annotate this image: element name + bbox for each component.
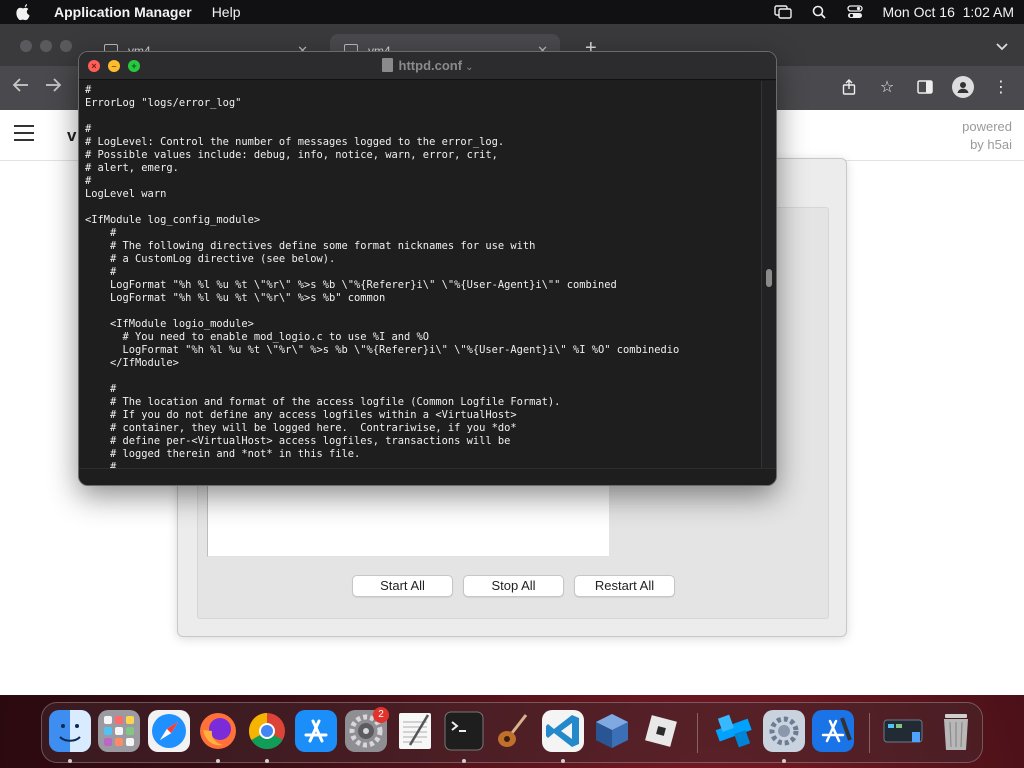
xcode-icon[interactable] <box>812 710 854 752</box>
code-line: # <box>85 266 117 278</box>
dock-separator <box>697 713 698 753</box>
roblox-studio-icon[interactable] <box>713 710 755 752</box>
guitar-icon[interactable] <box>493 710 535 752</box>
textedit-icon[interactable] <box>394 710 436 752</box>
screen-mirroring-icon[interactable] <box>774 5 793 19</box>
powered-by-h5ai[interactable]: powered by h5ai <box>962 118 1012 154</box>
document-icon <box>381 58 393 72</box>
restart-all-button[interactable]: Restart All <box>574 575 675 597</box>
code-line: # The following directives define some f… <box>85 240 536 252</box>
more-menu-icon[interactable]: ⋮ <box>990 76 1012 98</box>
side-panel-icon[interactable] <box>914 76 936 98</box>
code-line: LogFormat "%h %l %u %t \"%r\" %>s %b \"%… <box>85 279 617 291</box>
code-line: # You need to enable mod_logio.c to use … <box>85 331 430 343</box>
code-line: ErrorLog "logs/error_log" <box>85 97 242 109</box>
gear-app-icon[interactable] <box>763 710 805 752</box>
menu-clock[interactable]: Mon Oct 16 1:02 AM <box>882 4 1014 20</box>
code-line: </IfModule> <box>85 357 179 369</box>
editor-title-bar[interactable]: × – + httpd.conf ⌄ <box>79 52 776 80</box>
code-line: # <box>85 123 92 135</box>
dock-separator <box>869 713 870 753</box>
running-indicator <box>216 759 220 763</box>
code-line: # <box>85 84 92 96</box>
firefox-icon[interactable] <box>197 710 239 752</box>
downloads-stack-icon[interactable] <box>882 710 924 752</box>
vertical-scrollbar[interactable] <box>761 81 776 470</box>
terminal-icon[interactable] <box>443 710 485 752</box>
code-text-area[interactable]: # ErrorLog "logs/error_log" # # LogLevel: C… <box>79 81 763 470</box>
code-line: LogLevel warn <box>85 188 167 200</box>
chrome-icon[interactable] <box>246 710 288 752</box>
document-title[interactable]: httpd.conf ⌄ <box>79 58 776 73</box>
menu-help[interactable]: Help <box>212 4 241 20</box>
code-line: # <box>85 383 117 395</box>
profile-avatar-icon[interactable] <box>952 76 974 98</box>
vscode-icon[interactable] <box>542 710 584 752</box>
code-line: # container, they will be logged here. C… <box>85 422 517 434</box>
text-editor-window: × – + httpd.conf ⌄ # ErrorLog "logs/error_… <box>78 51 777 486</box>
app-store-icon[interactable] <box>295 710 337 752</box>
powered-by-line: by h5ai <box>970 137 1012 152</box>
launchpad-icon[interactable] <box>98 710 140 752</box>
trash-icon[interactable] <box>935 710 977 752</box>
powered-line: powered <box>962 119 1012 134</box>
menu-bar: Application Manager Help Mon Oct 16 1:02… <box>0 0 1024 24</box>
forward-arrow-icon[interactable] <box>44 77 62 97</box>
dock: 2 <box>41 702 983 763</box>
code-line: # alert, emerg. <box>85 162 179 174</box>
notification-badge: 2 <box>373 707 389 723</box>
horizontal-scrollbar[interactable] <box>79 468 776 485</box>
chevron-down-icon: ⌄ <box>465 62 474 73</box>
stop-all-button[interactable]: Stop All <box>463 575 564 597</box>
running-indicator <box>265 759 269 763</box>
running-indicator <box>462 759 466 763</box>
tab-search-chevron-icon[interactable] <box>996 40 1008 54</box>
running-indicator <box>68 759 72 763</box>
document-title-text: httpd.conf <box>398 58 463 73</box>
start-all-button[interactable]: Start All <box>352 575 453 597</box>
code-line: # <box>85 227 117 239</box>
safari-icon[interactable] <box>148 710 190 752</box>
running-indicator <box>561 759 565 763</box>
roblox-icon[interactable] <box>640 710 682 752</box>
finder-icon[interactable] <box>49 710 91 752</box>
hamburger-menu-icon[interactable] <box>14 125 34 146</box>
code-line: # a CustomLog directive (see below). <box>85 253 336 265</box>
code-line: LogFormat "%h %l %u %t \"%r\" %>s %b" co… <box>85 292 386 304</box>
code-line: # define per-<VirtualHost> access logfil… <box>85 435 511 447</box>
code-line: # The location and format of the access … <box>85 396 561 408</box>
spotlight-search-icon[interactable] <box>810 5 828 19</box>
code-line: # LogLevel: Control the number of messag… <box>85 136 505 148</box>
code-line: LogFormat "%h %l %u %t \"%r\" %>s %b \"%… <box>85 344 680 356</box>
share-icon[interactable] <box>838 76 860 98</box>
code-line: # logged therein and *not* in this file. <box>85 448 361 460</box>
menu-app-name[interactable]: Application Manager <box>54 4 192 20</box>
running-indicator <box>782 759 786 763</box>
back-arrow-icon[interactable] <box>12 77 30 97</box>
page-heading: v <box>67 126 77 145</box>
code-line: <IfModule log_config_module> <box>85 214 261 226</box>
code-line: # If you do not define any access logfil… <box>85 409 517 421</box>
bookmark-star-icon[interactable]: ☆ <box>876 76 898 98</box>
code-line: # Possible values include: debug, info, … <box>85 149 498 161</box>
browser-window-controls[interactable] <box>20 40 72 52</box>
code-line: <IfModule logio_module> <box>85 318 254 330</box>
scrollbar-thumb[interactable] <box>766 269 772 287</box>
virtualbox-icon[interactable] <box>591 710 633 752</box>
control-center-icon[interactable] <box>846 5 864 19</box>
code-line: # <box>85 175 92 187</box>
apple-menu-icon[interactable] <box>16 3 36 21</box>
